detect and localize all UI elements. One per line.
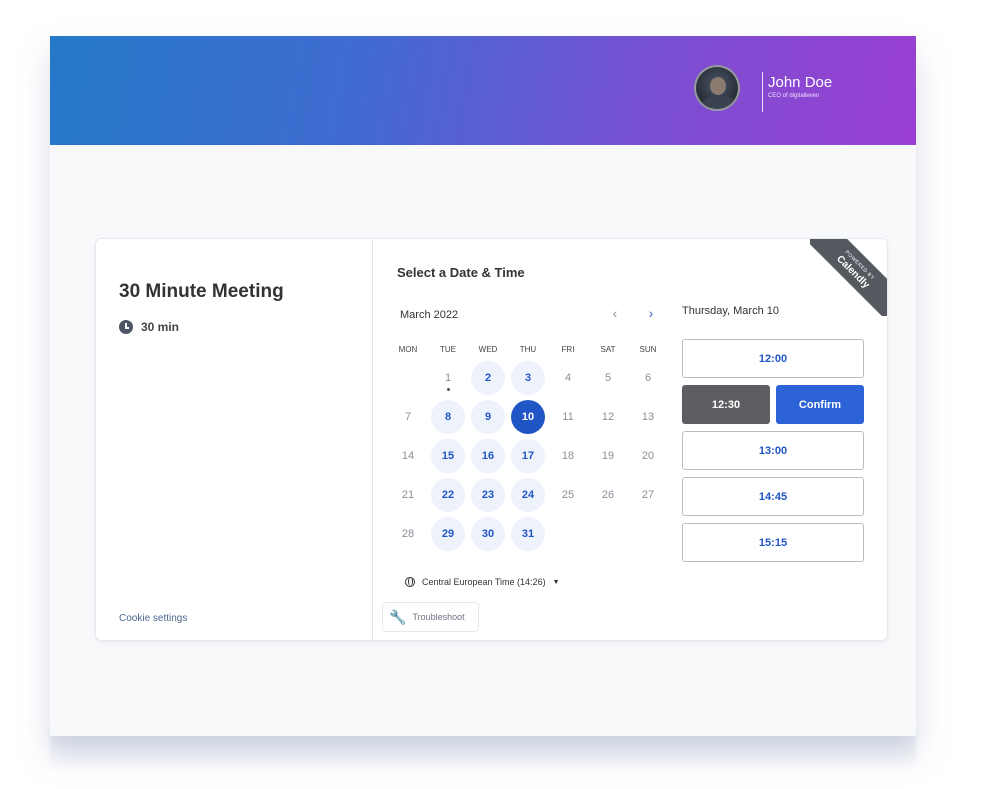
weekday-label: MON [398, 345, 418, 354]
weekday-header: MON TUE WED THU FRI SAT SUN [388, 345, 668, 354]
calendar-day[interactable]: 8 [431, 400, 465, 434]
header-divider [762, 72, 763, 112]
avatar-shoulders [702, 95, 736, 109]
timezone-selector[interactable]: Central European Time (14:26) ▼ [405, 577, 560, 587]
event-title: 30 Minute Meeting [119, 281, 284, 302]
calendar-day: 28 [401, 528, 415, 540]
calendar-day[interactable]: 3 [511, 361, 545, 395]
calendar-day: 27 [641, 489, 655, 501]
calendar-day[interactable]: 2 [471, 361, 505, 395]
troubleshoot-label: Troubleshoot [412, 612, 465, 622]
clock-icon [119, 320, 133, 334]
calendar-grid: 1 2 3 4 5 6 7 8 9 10 11 12 13 14 15 16 17 18 19 20 21 22 23 24 2… [388, 361, 668, 556]
time-slot[interactable]: 12:00 [682, 339, 864, 378]
calendar-day[interactable]: 16 [471, 439, 505, 473]
selected-date-heading: Thursday, March 10 [682, 305, 780, 317]
calendar-day: 12 [601, 411, 615, 423]
weekday-label: SUN [639, 345, 657, 354]
weekday-label: SAT [600, 345, 616, 354]
cookie-settings-link[interactable]: Cookie settings [119, 613, 187, 624]
confirm-button[interactable]: Confirm [776, 385, 864, 424]
avatar-face [710, 77, 726, 95]
month-label: March 2022 [400, 309, 459, 321]
next-month-icon[interactable]: › [643, 305, 659, 321]
troubleshoot-button[interactable]: 🔧 Troubleshoot [382, 602, 479, 632]
calendar-day: 21 [401, 489, 415, 501]
calendar-day: 5 [604, 372, 612, 384]
wrench-icon: 🔧 [389, 608, 407, 625]
host-title: CEO of digitalleven [768, 93, 820, 99]
event-duration: 30 min [119, 320, 179, 334]
calendar-day: 13 [641, 411, 655, 423]
calendar-day: 1 [431, 361, 465, 395]
scheduling-card: 30 Minute Meeting 30 min Cookie settings… [95, 238, 888, 641]
select-date-heading: Select a Date & Time [397, 265, 525, 280]
calendar-day: 4 [564, 372, 572, 384]
calendar-day: 11 [562, 411, 574, 423]
time-slot[interactable]: 15:15 [682, 523, 864, 562]
calendar-day: 6 [644, 372, 652, 384]
calendar-day[interactable]: 24 [511, 478, 545, 512]
calendly-ribbon[interactable]: POWERED BY Calendly [810, 239, 887, 316]
selected-slot-row: 12:30 Confirm [682, 385, 864, 424]
globe-icon [405, 577, 415, 587]
frame-shadow [50, 730, 916, 770]
prev-month-icon[interactable]: ‹ [607, 305, 623, 321]
calendar-day: 14 [401, 450, 415, 462]
calendar-day[interactable]: 15 [431, 439, 465, 473]
calendar-day: 26 [601, 489, 615, 501]
host-avatar [694, 65, 740, 111]
time-slot-list: 12:00 12:30 Confirm 13:00 14:45 15:15 [682, 339, 864, 569]
calendar-day[interactable]: 29 [431, 517, 465, 551]
calendar-day[interactable]: 9 [471, 400, 505, 434]
calendar-day[interactable]: 10 [511, 400, 545, 434]
selected-time-slot[interactable]: 12:30 [682, 385, 770, 424]
duration-label: 30 min [141, 320, 180, 334]
calendar-day: 19 [601, 450, 615, 462]
calendar-day: 18 [561, 450, 575, 462]
calendar-day: 25 [561, 489, 575, 501]
calendar-day[interactable]: 31 [511, 517, 545, 551]
event-details-pane: 30 Minute Meeting 30 min Cookie settings [96, 239, 373, 640]
calendar-day[interactable]: 30 [471, 517, 505, 551]
calendar-day[interactable]: 17 [511, 439, 545, 473]
weekday-label: FRI [561, 345, 575, 354]
timezone-label: Central European Time (14:26) [422, 577, 546, 587]
calendar-day[interactable]: 22 [431, 478, 465, 512]
time-slot[interactable]: 14:45 [682, 477, 864, 516]
calendar-day: 7 [404, 411, 412, 423]
calendar-day: 20 [641, 450, 655, 462]
time-slot[interactable]: 13:00 [682, 431, 864, 470]
header-banner: John Doe CEO of digitalleven [50, 36, 916, 145]
booking-page: John Doe CEO of digitalleven 30 Minute M… [50, 36, 916, 736]
host-name: John Doe [768, 74, 833, 91]
weekday-label: WED [478, 345, 498, 354]
caret-down-icon: ▼ [552, 578, 560, 586]
weekday-label: THU [519, 345, 537, 354]
weekday-label: TUE [440, 345, 456, 354]
calendar-day[interactable]: 23 [471, 478, 505, 512]
ribbon-band: POWERED BY Calendly [810, 239, 887, 316]
